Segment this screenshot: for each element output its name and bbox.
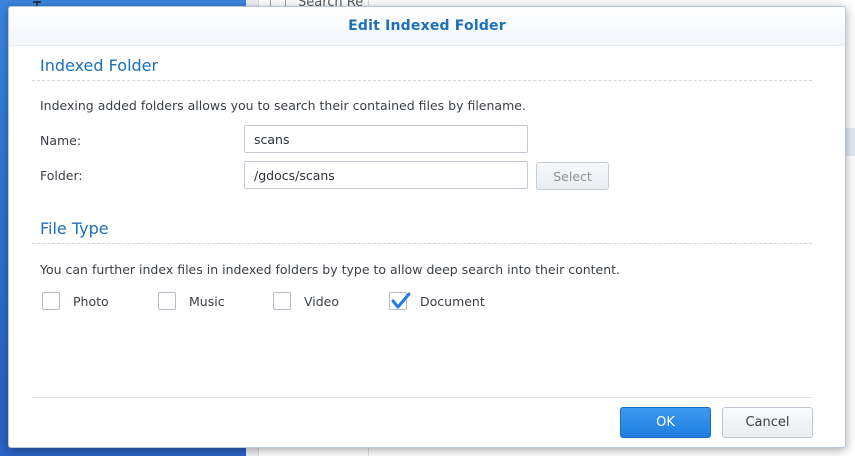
dialog-title: Edit Indexed Folder [348, 18, 506, 34]
edit-indexed-folder-dialog: Edit Indexed Folder Indexed Folder Index… [8, 6, 846, 448]
document-label: Document [420, 293, 485, 309]
name-label: Name: [40, 133, 82, 148]
folder-label: Folder: [40, 168, 83, 183]
video-checkbox[interactable] [273, 292, 291, 310]
music-option[interactable]: Music [158, 292, 225, 310]
background-selected-row [846, 128, 855, 156]
music-checkbox[interactable] [158, 292, 176, 310]
file-type-heading: File Type [40, 219, 109, 238]
cancel-button[interactable]: Cancel [722, 407, 813, 438]
indexed-folder-heading: Indexed Folder [40, 56, 159, 75]
photo-option[interactable]: Photo [42, 292, 109, 310]
video-label: Video [304, 293, 340, 309]
photo-checkbox[interactable] [42, 292, 60, 310]
select-folder-button[interactable]: Select [536, 162, 609, 190]
section-divider [32, 243, 812, 244]
folder-input[interactable] [244, 161, 528, 189]
music-label: Music [189, 293, 225, 309]
ok-button[interactable]: OK [620, 407, 711, 438]
footer-divider [32, 397, 812, 398]
section-divider [32, 80, 812, 81]
checkmark-icon [391, 292, 411, 309]
indexed-folder-description: Indexing added folders allows you to sea… [40, 98, 526, 113]
document-option[interactable]: Document [389, 292, 485, 310]
dialog-header: Edit Indexed Folder [9, 7, 845, 46]
name-input[interactable] [244, 125, 528, 153]
photo-label: Photo [73, 293, 109, 309]
video-option[interactable]: Video [273, 292, 339, 310]
document-checkbox[interactable] [389, 292, 411, 310]
file-type-description: You can further index files in indexed f… [40, 262, 621, 277]
